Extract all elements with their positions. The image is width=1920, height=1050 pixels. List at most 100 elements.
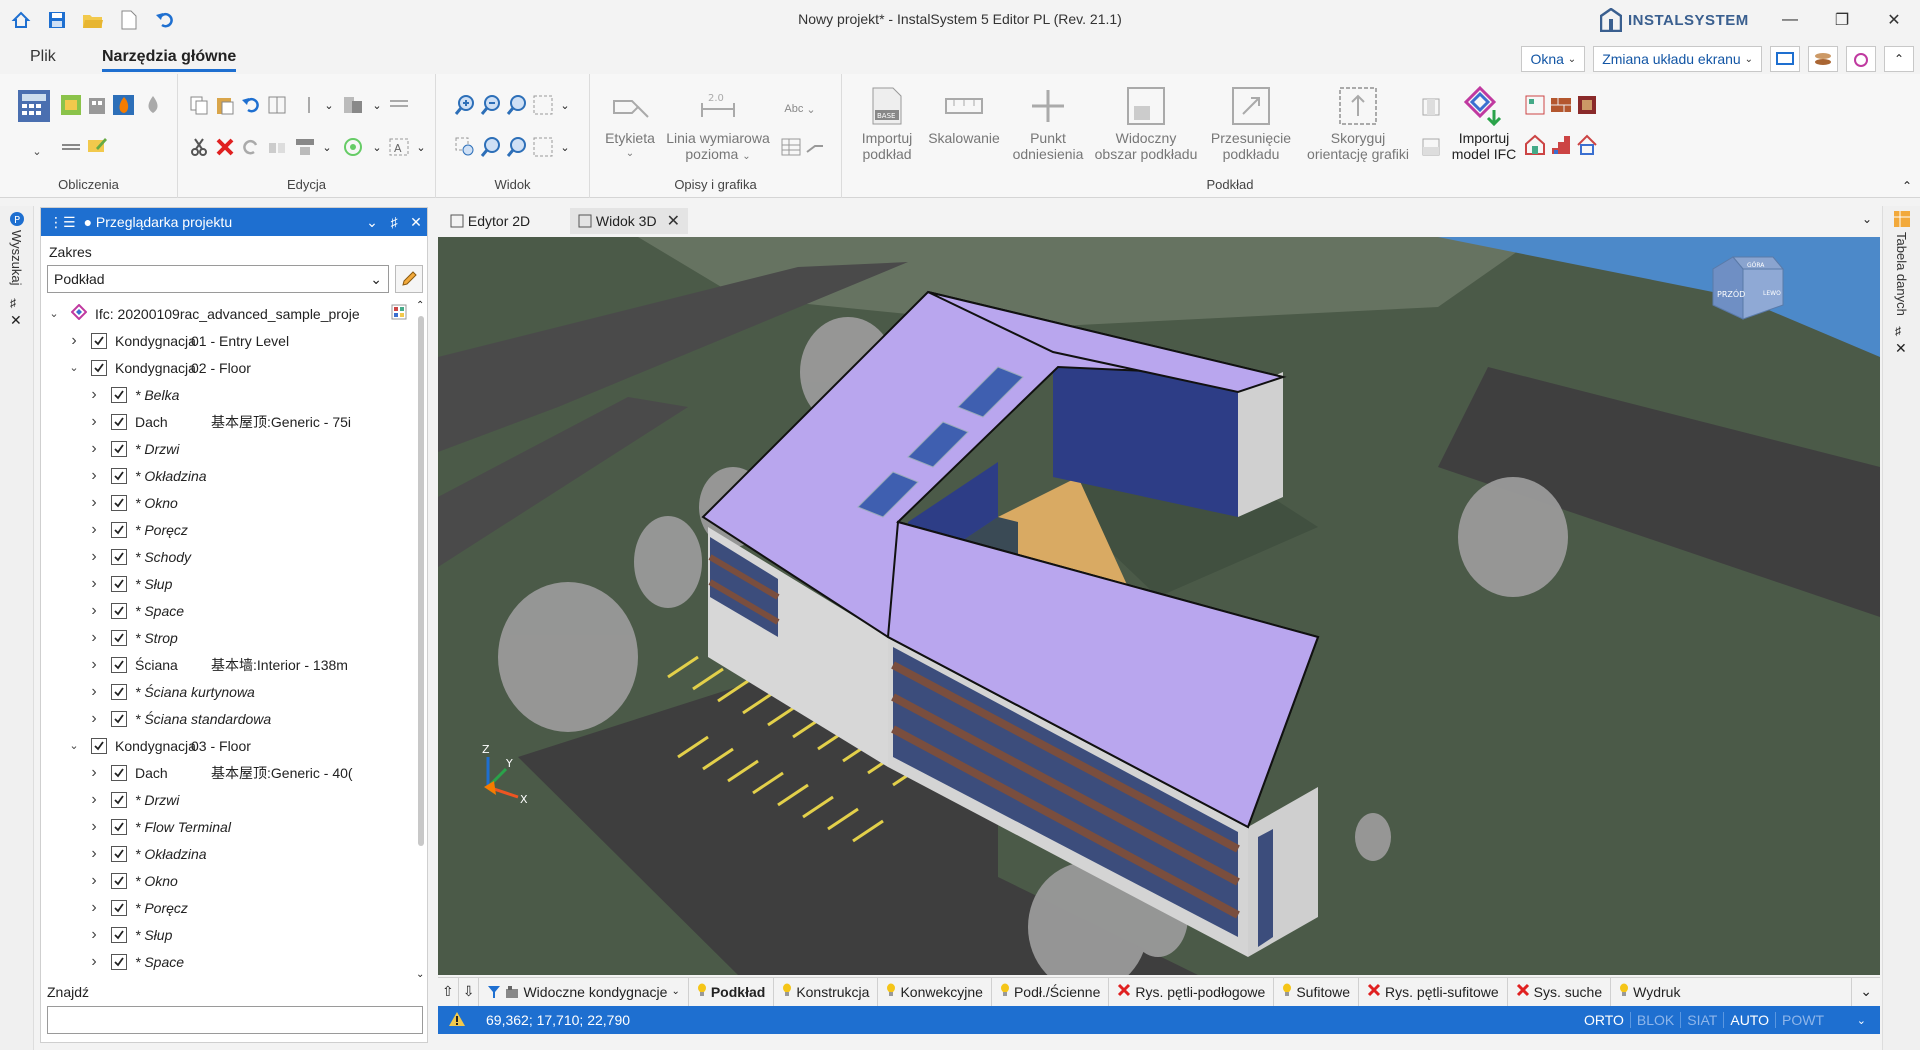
zoom-in-icon[interactable]: [454, 94, 476, 116]
scroll-down-icon[interactable]: ⌄: [416, 969, 424, 980]
layer-up-icon[interactable]: ⇧: [438, 978, 458, 1006]
mode-toggle[interactable]: ORTO: [1578, 1012, 1630, 1028]
tree-row[interactable]: › Dach 基本屋顶:Generic - 75i: [41, 408, 413, 435]
label-button[interactable]: Etykieta ⌄: [600, 86, 660, 162]
tab-main-tools[interactable]: Narzędzia główne: [102, 48, 237, 72]
align-icon[interactable]: [388, 94, 410, 116]
frame-icon[interactable]: [266, 94, 288, 116]
tree-row[interactable]: › Dach 基本屋顶:Generic - 40(: [41, 759, 413, 786]
chevron-right-icon[interactable]: ›: [87, 872, 101, 889]
zoom-window-chevron-icon[interactable]: ⌄: [554, 94, 576, 116]
visibility-checkbox[interactable]: [111, 764, 127, 781]
zoom-out-icon[interactable]: [480, 94, 502, 116]
scroll-up-icon[interactable]: ⌃: [416, 300, 424, 311]
chevron-right-icon[interactable]: ›: [87, 440, 101, 457]
redo-icon[interactable]: [240, 136, 262, 158]
panel-pin-icon[interactable]: ♯: [383, 214, 405, 230]
chevron-down-icon[interactable]: ⌄: [67, 361, 81, 375]
correct-orientation-button[interactable]: Skoryguj orientację grafiki: [1298, 86, 1418, 162]
calc-more-chevron-icon[interactable]: ⌄: [26, 140, 48, 162]
chevron-right-icon[interactable]: ›: [87, 683, 101, 700]
palette-icon[interactable]: [391, 304, 407, 323]
zoom-window-icon[interactable]: [532, 94, 554, 116]
zoom-real-icon[interactable]: [506, 136, 528, 158]
visibility-checkbox[interactable]: [111, 386, 127, 403]
search-close-icon[interactable]: ✕: [10, 312, 22, 329]
materials-icon[interactable]: [1808, 46, 1838, 72]
close-button[interactable]: ✕: [1868, 0, 1920, 40]
chevron-right-icon[interactable]: ›: [87, 710, 101, 727]
layer-toggle[interactable]: Rys. pętli-sufitowe: [1358, 977, 1507, 1006]
mode-toggle[interactable]: BLOK: [1629, 1012, 1680, 1028]
tree-row[interactable]: › * Okno: [41, 489, 413, 516]
leader-icon[interactable]: [804, 136, 826, 158]
tree-row[interactable]: › * Flow Terminal: [41, 813, 413, 840]
tree-row[interactable]: › * Poręcz: [41, 516, 413, 543]
tree-row[interactable]: › Ściana 基本墙:Interior - 138m: [41, 651, 413, 678]
visible-area-button[interactable]: Widoczny obszar podkładu: [1088, 86, 1204, 162]
calculator-icon[interactable]: [16, 88, 52, 124]
chevron-down-icon[interactable]: ⌄: [47, 307, 61, 321]
tab-file[interactable]: Plik: [30, 48, 56, 66]
edit-scope-button[interactable]: [395, 265, 423, 293]
pencil-table-icon[interactable]: [86, 134, 108, 156]
text-box-chevron-icon[interactable]: ⌄: [410, 136, 432, 158]
move-base-button[interactable]: Przesunięcie podkładu: [1206, 86, 1296, 162]
visible-floors-dropdown[interactable]: Widoczne kondygnacje ⌄: [478, 977, 687, 1006]
visibility-checkbox[interactable]: [111, 899, 127, 916]
visibility-checkbox[interactable]: [91, 737, 107, 754]
chevron-right-icon[interactable]: ›: [87, 656, 101, 673]
chevron-right-icon[interactable]: ›: [67, 332, 81, 349]
pan-icon[interactable]: [532, 136, 554, 158]
heating-calc-icon[interactable]: [60, 94, 82, 116]
chevron-right-icon[interactable]: ›: [87, 386, 101, 403]
layer-toggle[interactable]: Sys. suche: [1506, 977, 1610, 1006]
tree-row[interactable]: › * Okładzina: [41, 462, 413, 489]
chevron-right-icon[interactable]: ›: [87, 602, 101, 619]
visibility-checkbox[interactable]: [111, 440, 127, 457]
search-panel-icon[interactable]: P: [8, 210, 26, 231]
chevron-right-icon[interactable]: ›: [87, 548, 101, 565]
import-ifc-button[interactable]: Importuj model IFC: [1444, 86, 1524, 162]
tree-row[interactable]: › Kondygnacja 01 - Entry Level: [41, 327, 413, 354]
visibility-checkbox[interactable]: [111, 413, 127, 430]
tree-row[interactable]: › * Drzwi: [41, 786, 413, 813]
layout-dropdown[interactable]: Zmiana układu ekranu ⌄: [1593, 46, 1762, 72]
chevron-down-icon[interactable]: ⌄: [67, 739, 81, 753]
mirror-icon[interactable]: [266, 136, 288, 158]
visibility-checkbox[interactable]: [111, 845, 127, 862]
base-layer-2-icon[interactable]: [1420, 136, 1442, 158]
group-chevron-icon[interactable]: ⌄: [316, 136, 338, 158]
tree-row[interactable]: › * Okno: [41, 867, 413, 894]
visibility-checkbox[interactable]: [111, 494, 127, 511]
tree-row[interactable]: › * Schody: [41, 543, 413, 570]
chevron-right-icon[interactable]: ›: [87, 467, 101, 484]
panel-menu-icon[interactable]: ⋮☰: [49, 214, 76, 231]
layer-down-icon[interactable]: ⇩: [457, 977, 479, 1006]
tree-row[interactable]: › * Space: [41, 597, 413, 624]
wall-grid-icon[interactable]: [1524, 94, 1546, 116]
copy-icon[interactable]: [188, 94, 210, 116]
chevron-right-icon[interactable]: ›: [87, 899, 101, 916]
zoom-select-icon[interactable]: [454, 136, 476, 158]
tree-row[interactable]: › * Ściana standardowa: [41, 705, 413, 732]
visibility-checkbox[interactable]: [111, 602, 127, 619]
layer-toggle[interactable]: Konstrukcja: [773, 977, 877, 1006]
chevron-right-icon[interactable]: ›: [87, 575, 101, 592]
close-tab-icon[interactable]: ✕: [667, 211, 680, 231]
chevron-right-icon[interactable]: ›: [87, 494, 101, 511]
chevron-right-icon[interactable]: ›: [87, 818, 101, 835]
zoom-all-icon[interactable]: [506, 94, 528, 116]
layer-toggle[interactable]: Podkład: [687, 977, 773, 1006]
visibility-checkbox[interactable]: [111, 656, 127, 673]
delete-icon[interactable]: [214, 136, 236, 158]
group-objects-icon[interactable]: [294, 136, 316, 158]
scrollbar-thumb[interactable]: [418, 316, 424, 846]
find-input[interactable]: [47, 1006, 423, 1034]
reference-point-button[interactable]: Punkt odniesienia: [1006, 86, 1090, 162]
viewport-3d[interactable]: PRZÓD GÓRA LEWO Z Y X: [438, 237, 1880, 975]
view-cube-front[interactable]: PRZÓD: [1717, 288, 1745, 299]
tree-row[interactable]: › * Słup: [41, 921, 413, 948]
warning-icon[interactable]: [448, 1011, 466, 1030]
restore-button[interactable]: ❐: [1816, 0, 1868, 40]
